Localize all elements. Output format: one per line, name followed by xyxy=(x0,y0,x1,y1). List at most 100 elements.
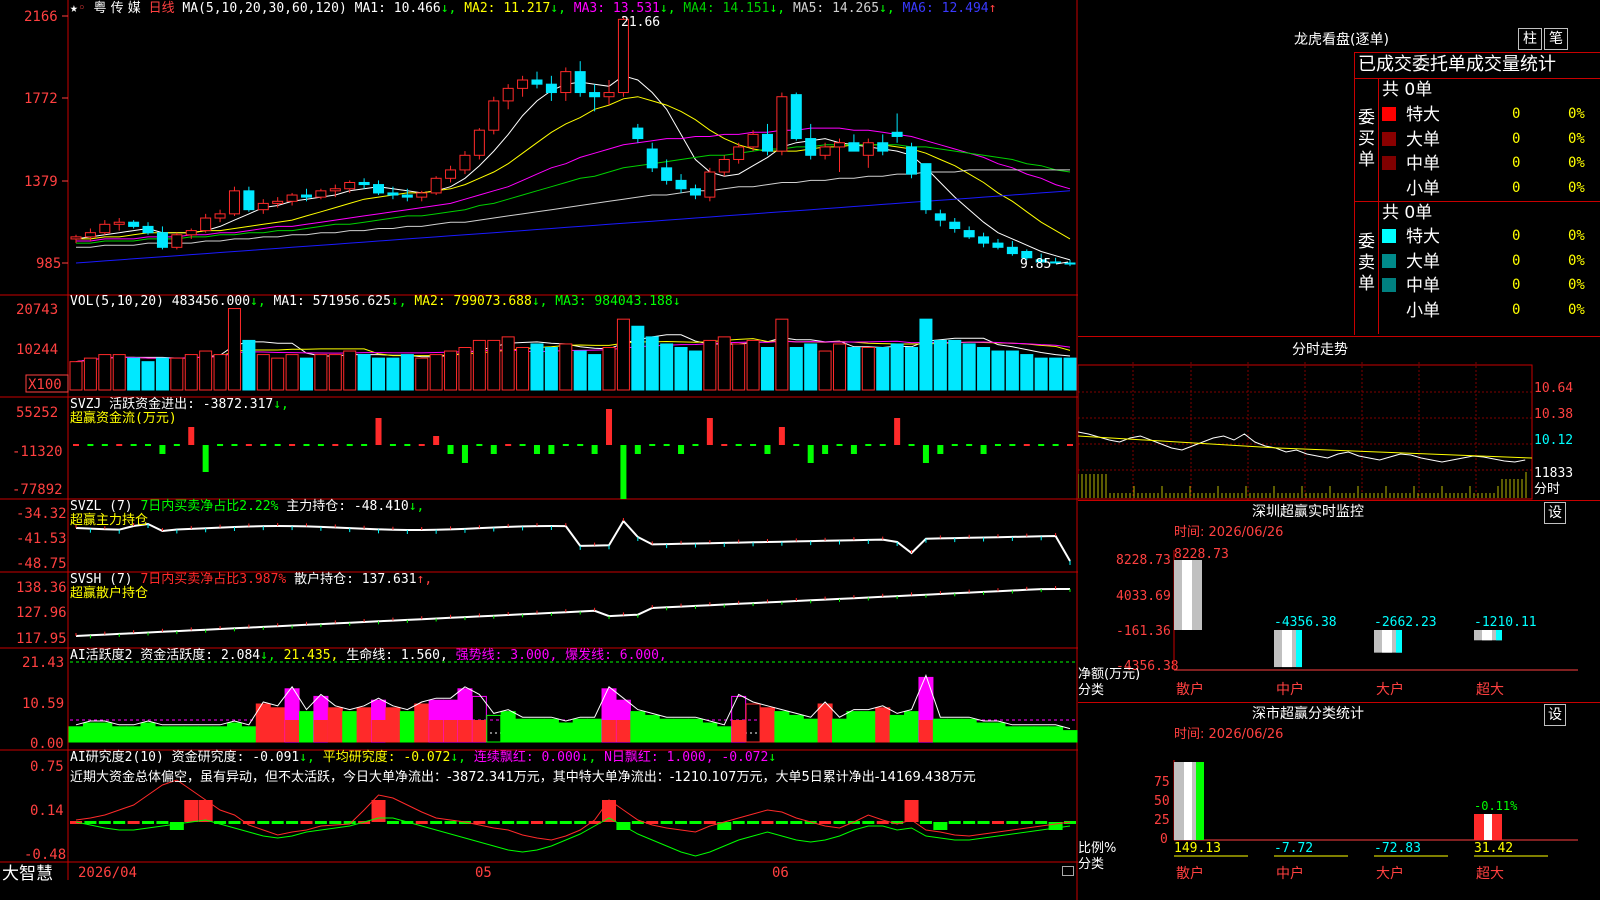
buy-total: 共 0单 xyxy=(1382,80,1433,100)
intraday-vol-value: 11833 xyxy=(1534,466,1574,481)
ai2-dash xyxy=(1020,821,1033,824)
down-arrow-icon: ↓, xyxy=(769,1,786,16)
candle-body xyxy=(502,87,514,102)
candle-body xyxy=(488,100,500,131)
candle-body xyxy=(733,146,745,160)
svzj-axis: 55252 -11320 -77892 xyxy=(12,405,63,498)
low-label: 9.85 xyxy=(1020,257,1051,272)
ai2-tick: 0.14 xyxy=(30,803,64,819)
intraday-price-lo: 10.12 xyxy=(1534,433,1574,448)
classify-category: 散户 xyxy=(1176,865,1204,882)
volume-bar xyxy=(429,354,443,391)
order-count: 0 xyxy=(1512,228,1521,244)
order-swatch xyxy=(1382,253,1396,268)
candle-body xyxy=(99,223,111,234)
candle-body xyxy=(142,225,154,234)
volume-bar xyxy=(746,339,760,391)
intraday-chart[interactable] xyxy=(1078,362,1600,500)
ai2-dash xyxy=(732,821,745,824)
ai-bar xyxy=(169,726,185,743)
svzj-dash xyxy=(346,444,353,446)
volume-bar xyxy=(530,343,544,391)
svzj-dash xyxy=(145,444,152,446)
svzj-bar xyxy=(433,436,440,445)
ai2-avg: 平均研究度: -0.072 xyxy=(322,750,451,765)
ai2-dash xyxy=(1035,821,1048,824)
volume-bar xyxy=(155,357,169,391)
ai-bar xyxy=(183,726,199,743)
svsh-tick: 127.96 xyxy=(16,605,67,621)
svzj-dash xyxy=(562,444,569,446)
svzj-dash xyxy=(865,444,872,446)
classify-settings-button[interactable]: 设 xyxy=(1544,704,1566,726)
candle-body xyxy=(257,202,269,211)
up-arrow-icon: ↑ xyxy=(988,1,997,16)
ai2-dash xyxy=(819,821,832,824)
date-may: 05 xyxy=(475,865,492,881)
volume-bar xyxy=(256,354,270,391)
ai2-dash xyxy=(675,821,688,824)
volume-bar xyxy=(948,339,962,391)
svzj-dash xyxy=(505,444,512,446)
axis-tick-marks xyxy=(62,15,68,264)
ai-bar xyxy=(529,718,545,743)
price-tick: 1772 xyxy=(24,91,58,107)
svzj-bar xyxy=(159,445,166,454)
svzj-dash xyxy=(951,444,958,446)
vol-tick: X100 xyxy=(28,377,62,393)
svzj-dash xyxy=(317,444,324,446)
ai2-dash xyxy=(919,821,932,824)
stock-name[interactable]: 粤 传 媒 xyxy=(93,1,140,16)
monitor-value: -2662.23 xyxy=(1374,615,1437,630)
ai2-note: 近期大资金总体偏空，虽有异动，但不太活跃，今日大单净流出：-3872.341万元… xyxy=(70,770,976,785)
down-arrow-icon: ↓, xyxy=(440,1,457,16)
volume-bar xyxy=(199,350,213,391)
svzl-hold: 主力持仓: -48.410 xyxy=(286,499,409,514)
monitor-bar-highlight xyxy=(1382,630,1392,653)
intraday-vol-label: 分时 xyxy=(1534,482,1561,497)
volume-bar xyxy=(343,350,357,391)
volume-bar xyxy=(905,347,919,391)
svzj-dash xyxy=(735,444,742,446)
bar-mode-button[interactable]: 柱 xyxy=(1518,28,1542,50)
candle-body xyxy=(761,133,773,152)
tick-mode-button[interactable]: 笔 xyxy=(1544,28,1568,50)
candle-body xyxy=(603,92,615,98)
monitor-category: 中户 xyxy=(1276,681,1304,698)
order-type: 大单 xyxy=(1406,129,1440,150)
svsh-tick: 138.36 xyxy=(16,580,67,596)
volume-bar xyxy=(83,357,97,391)
candle-body xyxy=(214,213,226,219)
volume-bar xyxy=(516,347,530,391)
monitor-bar-edge xyxy=(1496,630,1502,641)
ai-bar-base xyxy=(443,720,458,742)
ai-bar xyxy=(270,707,286,743)
ai2-dash xyxy=(142,821,155,824)
period-label[interactable]: 日线 xyxy=(149,1,175,16)
ai2-dash xyxy=(257,821,270,824)
monitor-settings-button[interactable]: 设 xyxy=(1544,502,1566,524)
price-tick: 1379 xyxy=(24,174,58,190)
volume-header: VOL(5,10,20) 483456.000↓, MA1: 571956.62… xyxy=(70,294,681,309)
svzj-dash xyxy=(361,444,368,446)
ai-strong: 强势线: 3.000, xyxy=(455,648,558,663)
volume-bar xyxy=(314,354,328,391)
order-type: 中单 xyxy=(1406,154,1440,174)
volume-bar xyxy=(1063,357,1077,391)
candle-body xyxy=(545,83,557,94)
main-chart[interactable]: 2166 1772 1379 985 20743 10244 X100 5525… xyxy=(0,0,1078,900)
ai2-dash xyxy=(113,821,126,824)
ai2-bar xyxy=(904,800,919,822)
svzl-tick: -41.53 xyxy=(16,531,67,547)
ai-bar xyxy=(298,711,314,743)
flag-icon: ◦ xyxy=(77,1,86,16)
svzj-bar xyxy=(778,427,785,445)
lock-icon[interactable] xyxy=(1062,866,1074,876)
volume-bar xyxy=(674,347,688,391)
candle-body xyxy=(589,92,601,98)
ai2-dash xyxy=(963,821,976,824)
ai2-dash xyxy=(502,821,515,824)
volume-bar xyxy=(400,354,414,391)
volume-bar xyxy=(357,354,371,391)
volume-bar xyxy=(458,347,472,391)
